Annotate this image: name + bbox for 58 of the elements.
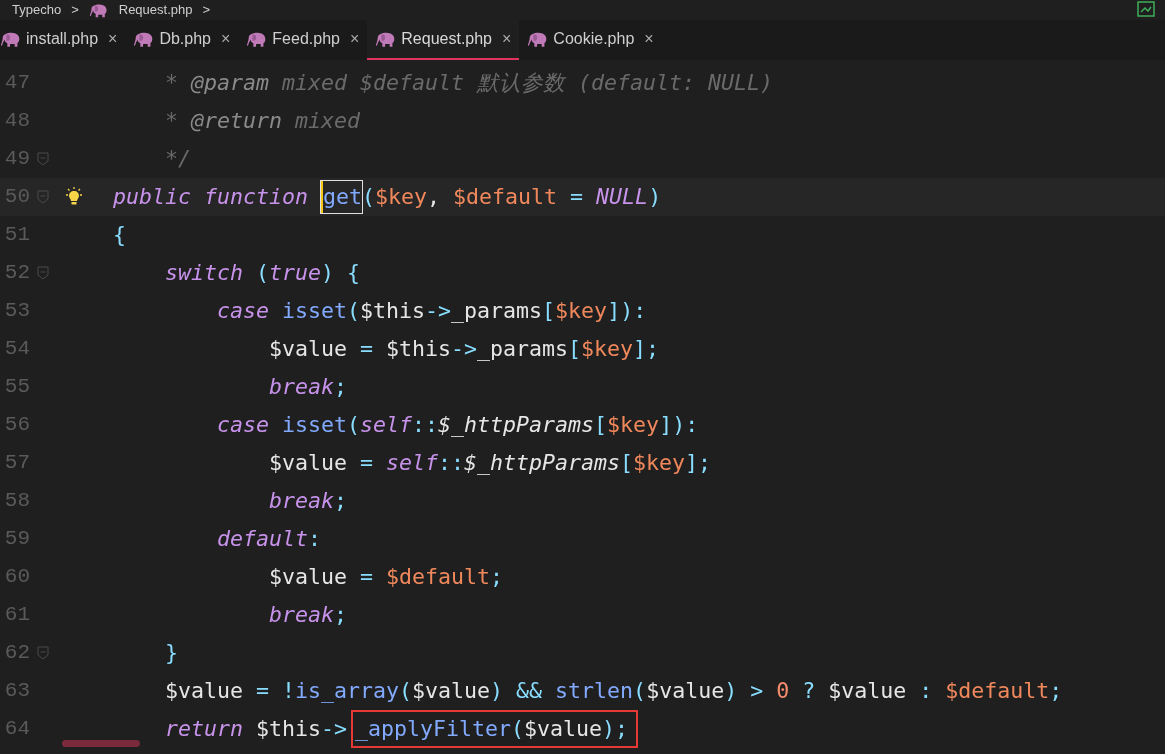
code-line: */ [164,144,191,173]
code-line: $value = $this->_params[$key]; [268,334,660,363]
code-line: } [164,638,178,667]
code-line: switch (true) { [164,258,361,287]
editor-tab[interactable]: install.php × [0,20,126,60]
code-line: { [113,220,126,249]
code-line: * @param mixed $default 默认参数 (default: NULL) [164,68,774,97]
code-line: $value = !is_array($value) && strlen($value) > 0 ? $value : $default; [164,676,1063,705]
line-number: 49 [3,146,30,173]
line-number: 59 [3,526,30,553]
breadcrumb-item[interactable]: Typecho [12,1,62,19]
code-line: break; [268,372,348,401]
code-line: $value = self::$_httpParams[$key]; [268,448,712,477]
line-number: 64 [3,716,30,743]
breadcrumb-item[interactable]: Request.php [118,1,193,19]
editor-tab[interactable]: Cookie.php × [519,20,662,60]
breadcrumb-separator: > [202,1,211,19]
editor-tab[interactable]: Feed.php × [238,20,368,60]
code-line: public function get($key, $default = NULL) [113,178,662,216]
line-number: 63 [3,678,30,705]
line-number: 51 [3,222,30,249]
line-number: 48 [3,108,30,135]
close-tab-button[interactable]: × [349,27,360,51]
document-icon[interactable] [1137,1,1155,17]
line-number: 53 [3,298,30,325]
line-number: 58 [3,488,30,515]
line-number: 55 [3,374,30,401]
annotation-box: _applyFilter($value); [351,710,639,748]
close-tab-button[interactable]: × [502,27,512,51]
line-number: 62 [3,640,30,667]
code-line: $value = $default; [268,562,504,591]
editor-tab[interactable]: Request.php × [367,20,520,60]
code-line: break; [268,486,348,515]
line-number: 56 [3,412,30,439]
breadcrumb-separator: > [71,1,79,19]
code-line: case isset($this->_params[$key]): [216,296,647,325]
fold-icon[interactable] [37,152,49,166]
close-tab-button[interactable]: × [644,27,654,51]
close-tab-button[interactable]: × [221,27,231,51]
scrollbar-thumb[interactable] [62,740,140,747]
fold-icon[interactable] [37,190,49,204]
line-number: 47 [3,70,30,97]
elephant-icon [88,2,109,18]
elephant-icon [0,30,22,48]
code-line: default: [216,524,322,553]
code-line: * @return mixed [164,106,361,135]
code-line: break; [268,600,348,629]
line-number: 61 [3,602,30,629]
line-number: 52 [3,260,30,287]
fold-icon[interactable] [37,266,49,280]
line-number: 60 [3,564,30,591]
lightbulb-icon[interactable] [65,187,83,207]
fold-icon[interactable] [37,646,49,660]
line-number: 54 [3,336,30,363]
code-line: case isset(self::$_httpParams[$key]): [216,410,699,439]
line-number: 57 [3,450,30,477]
close-tab-button[interactable]: × [108,27,118,51]
editor-tab[interactable]: Db.php × [125,20,239,60]
